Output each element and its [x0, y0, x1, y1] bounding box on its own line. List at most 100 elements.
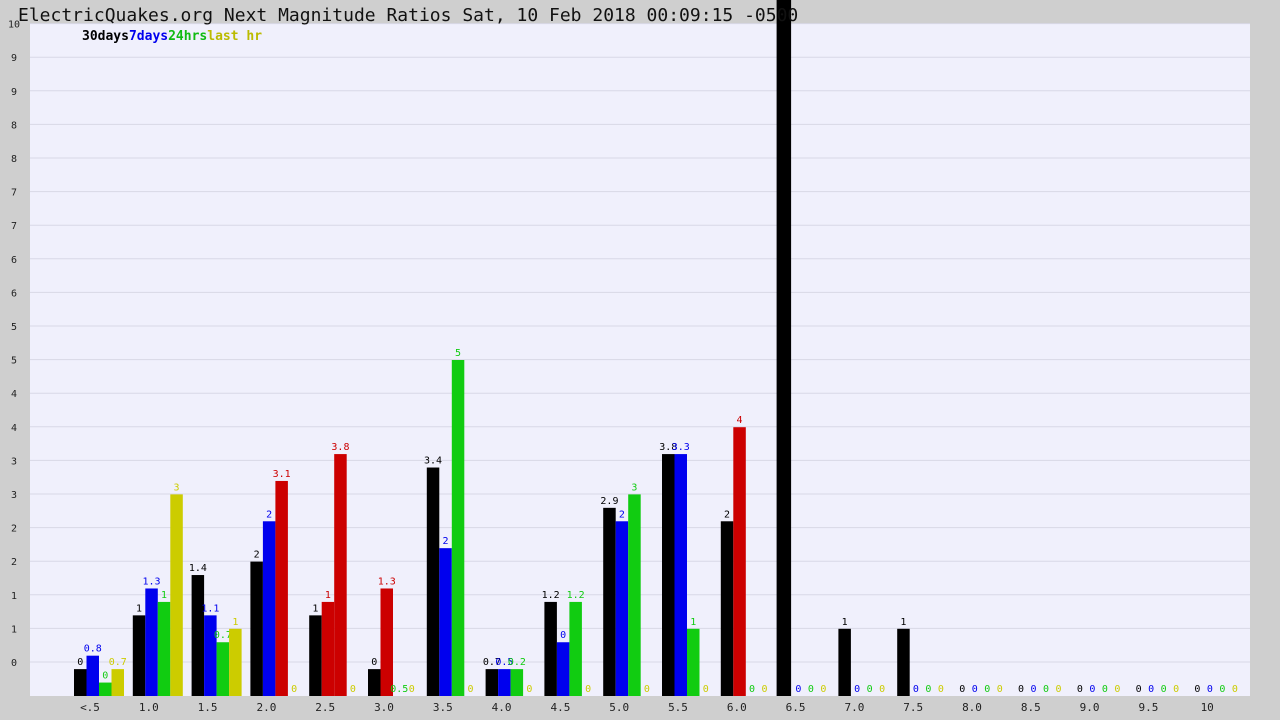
data-label: 0	[1161, 684, 1167, 695]
bar-7days-5.5	[674, 454, 687, 696]
data-label: 0	[350, 684, 356, 695]
data-label: 0	[1077, 684, 1083, 695]
bar-24hrs-4.5	[569, 601, 582, 696]
x-tick-label: <.5	[80, 701, 100, 714]
x-tick-label: 1.0	[139, 701, 159, 714]
data-label: 0.7	[109, 657, 127, 668]
data-label: 0	[102, 671, 108, 682]
bar-30days-2.5	[309, 615, 322, 696]
bar-24hrs-4.0	[510, 669, 524, 696]
y-tick-label: 1	[11, 591, 17, 602]
data-label: 2	[266, 509, 272, 520]
data-label: 2	[254, 550, 260, 561]
data-label: 3.8	[331, 442, 349, 453]
data-label: 2.9	[600, 496, 618, 507]
x-tick-label: 1.5	[198, 701, 218, 714]
legend-item-7days: 7days	[128, 29, 169, 44]
bar-30days-7.0	[838, 628, 851, 696]
data-label: 0	[749, 684, 755, 695]
bar-24hrs-1.5	[216, 642, 230, 696]
data-label: 0	[1232, 684, 1238, 695]
bar-24hrs-2.5	[334, 454, 347, 696]
bar-24hrs-2.0	[275, 480, 288, 696]
data-label: 3.4	[424, 456, 442, 467]
data-label: 0.8	[84, 644, 102, 655]
y-tick-label: 0	[11, 658, 17, 669]
bar-30days-1.0	[132, 615, 146, 696]
bar-30days-5.5	[662, 454, 675, 696]
bar-30days-<.5	[74, 669, 87, 696]
data-label: 0	[1148, 684, 1154, 695]
x-tick-label: 8.0	[962, 701, 982, 714]
data-label: 1	[136, 603, 142, 614]
data-label: 0	[560, 630, 566, 641]
x-tick-label: 4.5	[550, 701, 570, 714]
data-label: 1	[900, 617, 906, 628]
data-label: 1	[232, 617, 238, 628]
y-tick-label: 9	[11, 53, 17, 64]
data-label: 1.1	[201, 603, 219, 614]
y-tick-label: 8	[11, 120, 17, 131]
bar-7days-3.5	[439, 548, 452, 696]
x-tick-label: 5.0	[609, 701, 629, 714]
bar-7days-2.5	[321, 601, 335, 696]
data-label: 0	[854, 684, 860, 695]
data-label: 0	[1018, 684, 1024, 695]
data-label: 3.1	[273, 469, 291, 480]
data-label: 1	[161, 590, 167, 601]
bar-7days-4.0	[498, 669, 511, 696]
y-tick-label: 5	[11, 322, 17, 333]
y-tick-label: 4	[11, 423, 17, 434]
x-tick-label: 8.5	[1021, 701, 1041, 714]
data-label: 0.2	[508, 657, 526, 668]
y-tick-label: 1	[11, 624, 17, 635]
bar-24hrs-5.0	[628, 494, 641, 696]
data-label: 3	[631, 482, 637, 493]
data-label: 0	[1173, 684, 1179, 695]
data-label: 0	[972, 684, 978, 695]
data-label: 1	[690, 617, 696, 628]
y-tick-label: 3	[11, 456, 17, 467]
data-label: 0	[703, 684, 709, 695]
x-tick-label: 3.0	[374, 701, 394, 714]
data-label: 3	[174, 482, 180, 493]
data-label: 0	[925, 684, 931, 695]
bar-30days-6.0	[720, 521, 734, 696]
bar-7days-1.5	[204, 615, 217, 696]
data-label: 1.3	[143, 576, 161, 587]
data-label: 0	[808, 684, 814, 695]
magnitude-ratio-chart: 01122334455667788991000.800.7<.511.3131.…	[8, 0, 1250, 714]
bar-24hrs-1.0	[157, 601, 171, 696]
data-label: 0	[291, 684, 297, 695]
x-tick-label: 10	[1201, 701, 1214, 714]
data-label: 1.4	[189, 563, 207, 574]
bar-30days-1.5	[191, 575, 205, 696]
bar-24hrs-5.5	[687, 628, 700, 696]
bar-last-hr-1.0	[170, 494, 183, 696]
bar-30days-4.5	[544, 601, 557, 696]
bar-7days-4.5	[556, 642, 570, 696]
y-tick-label: 7	[11, 188, 17, 199]
data-label: 1.2	[567, 590, 585, 601]
legend: 30days7days24hrslast hr	[82, 29, 262, 47]
data-label: 0	[1114, 684, 1120, 695]
data-label: 0	[1056, 684, 1062, 695]
x-tick-label: 7.0	[844, 701, 864, 714]
data-label: 0	[867, 684, 873, 695]
x-tick-label: 9.0	[1080, 701, 1100, 714]
bar-7days-3.0	[380, 588, 393, 696]
data-label: 0	[77, 657, 83, 668]
data-label: 0	[879, 684, 885, 695]
bar-7days-<.5	[86, 655, 99, 696]
data-label: 1	[325, 590, 331, 601]
bar-30days-3.0	[368, 669, 381, 696]
x-tick-label: 9.5	[1138, 701, 1158, 714]
data-label: 0	[585, 684, 591, 695]
x-tick-label: 6.0	[727, 701, 747, 714]
y-tick-label: 9	[11, 87, 17, 98]
data-label: 3.3	[672, 442, 690, 453]
data-label: 0	[1043, 684, 1049, 695]
data-label: 0	[1102, 684, 1108, 695]
y-tick-label: 6	[11, 255, 17, 266]
bar-30days-7.5	[897, 628, 910, 696]
